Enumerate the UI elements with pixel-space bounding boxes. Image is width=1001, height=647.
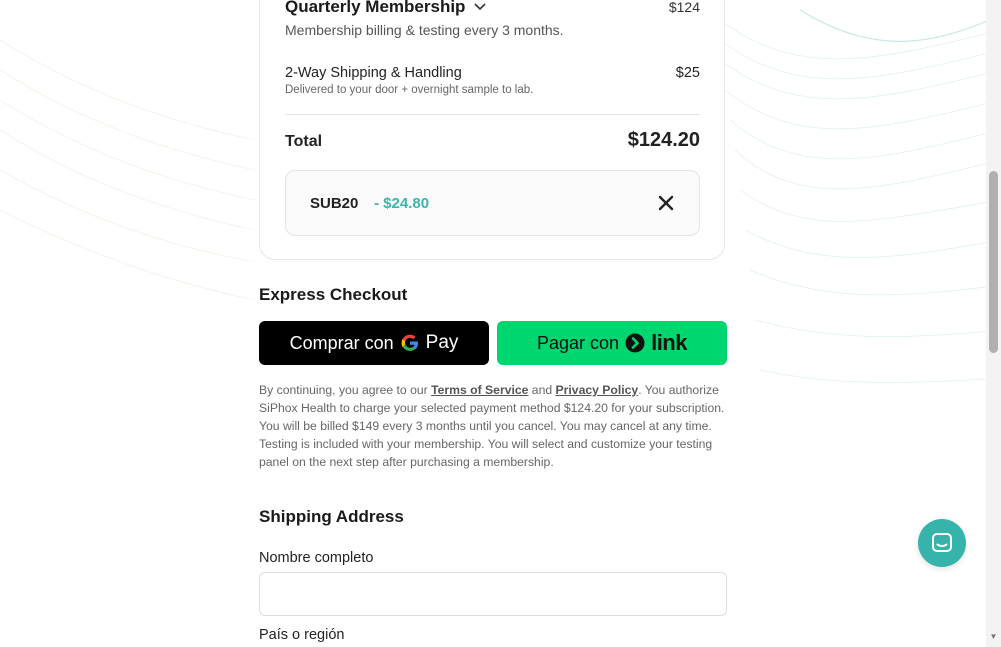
- shipping-address-title: Shipping Address: [259, 507, 404, 526]
- link-pay-label: Pagar con: [537, 332, 620, 353]
- link-pay-button[interactable]: Pagar con link: [497, 321, 727, 365]
- plan-title: Quarterly Membership: [285, 0, 466, 16]
- full-name-label: Nombre completo: [259, 550, 374, 566]
- link-arrow-icon: [625, 333, 645, 353]
- order-summary-card: Quarterly Membership $124 Membership bil…: [259, 0, 725, 260]
- plan-title-row[interactable]: Quarterly Membership: [285, 0, 700, 17]
- google-pay-label: Comprar con: [289, 332, 394, 353]
- legal-disclaimer: By continuing, you agree to our Terms of…: [259, 381, 729, 471]
- shipping-title: 2-Way Shipping & Handling: [285, 65, 462, 81]
- chat-launcher-button[interactable]: [918, 519, 966, 567]
- full-name-input[interactable]: [259, 572, 727, 616]
- google-g-icon: [401, 334, 418, 351]
- google-pay-word: Pay: [425, 332, 459, 353]
- legal-text-1: By continuing, you agree to our: [259, 383, 432, 397]
- applied-coupon: SUB20 - $24.80: [285, 170, 700, 236]
- total-amount: $124.20: [627, 129, 700, 151]
- plan-description: Membership billing & testing every 3 mon…: [285, 22, 564, 38]
- coupon-discount: - $24.80: [374, 195, 430, 212]
- chat-icon: [932, 533, 952, 552]
- express-checkout-title: Express Checkout: [259, 285, 408, 304]
- shipping-description: Delivered to your door + overnight sampl…: [285, 84, 534, 96]
- coupon-code: SUB20: [310, 195, 359, 212]
- scrollbar-thumb[interactable]: [989, 171, 998, 353]
- summary-divider: [285, 114, 700, 115]
- shipping-price: $25: [675, 65, 700, 81]
- scroll-down-arrow-icon[interactable]: ▼: [989, 632, 998, 642]
- legal-and: and: [528, 383, 556, 397]
- chevron-down-icon[interactable]: [473, 2, 487, 12]
- close-icon[interactable]: [655, 192, 677, 214]
- terms-of-service-link[interactable]: Terms of Service: [431, 383, 528, 397]
- google-pay-button[interactable]: Comprar con Pay: [259, 321, 489, 365]
- privacy-policy-link[interactable]: Privacy Policy: [556, 383, 639, 397]
- link-word: link: [651, 330, 687, 355]
- plan-price: $124: [668, 0, 700, 15]
- country-region-label: País o región: [259, 627, 345, 643]
